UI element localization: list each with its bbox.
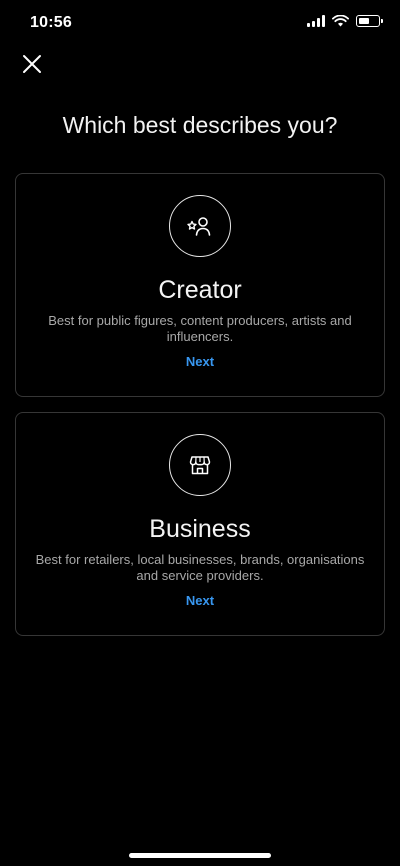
battery-icon — [356, 15, 383, 27]
status-time: 10:56 — [30, 14, 72, 31]
creator-icon-circle — [169, 195, 231, 257]
close-icon — [23, 55, 41, 73]
close-button[interactable] — [18, 50, 46, 78]
creator-star-person-icon — [187, 217, 211, 236]
cellular-signal-icon — [307, 15, 325, 27]
creator-option-card[interactable]: Creator Best for public figures, content… — [15, 173, 385, 397]
status-icons — [307, 15, 383, 27]
page-title: Which best describes you? — [62, 112, 338, 138]
wifi-icon — [332, 15, 349, 27]
creator-description: Best for public figures, content produce… — [48, 313, 352, 344]
creator-next-link[interactable]: Next — [16, 354, 384, 369]
business-option-card[interactable]: Business Best for retailers, local busin… — [15, 412, 385, 636]
storefront-icon — [189, 456, 211, 475]
status-bar: 10:56 — [0, 0, 400, 46]
account-type-screen: 10:56 Which best describes you? Creator … — [0, 0, 400, 866]
home-indicator[interactable] — [129, 853, 271, 858]
creator-title: Creator — [158, 276, 242, 304]
business-description: Best for retailers, local businesses, br… — [35, 552, 365, 583]
business-icon-circle — [169, 434, 231, 496]
business-next-link[interactable]: Next — [16, 593, 384, 608]
business-title: Business — [149, 515, 251, 543]
